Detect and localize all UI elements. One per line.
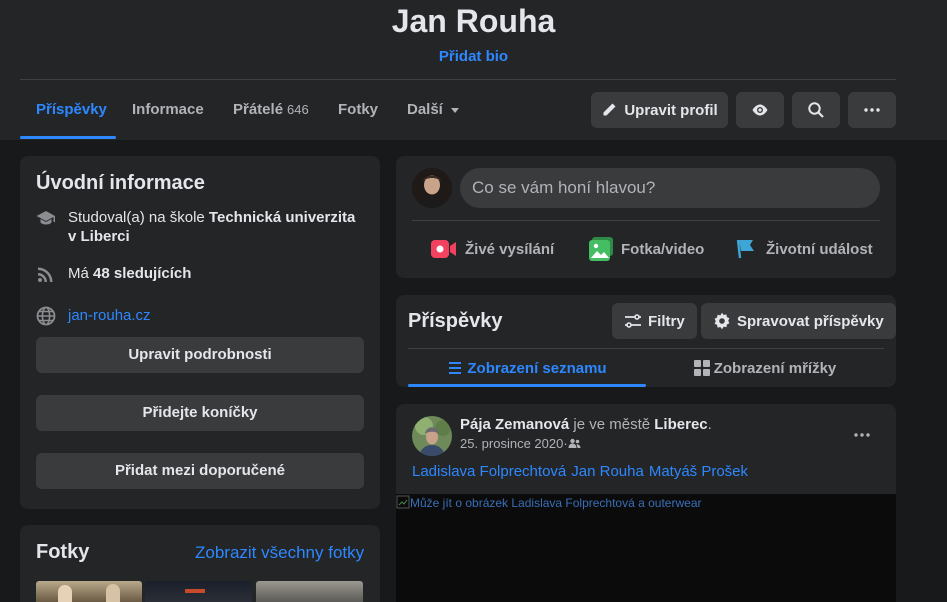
post-avatar-image [412,416,452,456]
life-event-button[interactable]: Životní událost [736,232,873,266]
active-tab-underline [20,136,116,139]
tab-friends-label: Přátelé [233,101,284,118]
posts-title: Příspěvky [408,310,503,332]
manage-posts-label: Spravovat příspěvky [737,312,884,330]
feed-icon [36,264,56,284]
header-divider [20,79,896,80]
post-author-name[interactable]: Pája Zemanová [460,416,569,433]
tab-about[interactable]: Informace [132,90,204,130]
active-view-underline [408,384,646,387]
more-icon [854,433,870,437]
caret-down-icon [450,107,459,113]
education-row: Studoval(a) na škole Technická univerzit… [36,208,366,246]
pencil-icon [603,103,616,116]
tab-photos[interactable]: Fotky [338,90,378,130]
tab-grid-view[interactable]: Zobrazení mřížky [646,350,884,386]
grid-icon [693,360,710,376]
edit-profile-button[interactable]: Upravit profil [591,92,728,128]
more-icon [864,108,880,112]
composer-divider [412,220,880,221]
avatar[interactable] [412,168,452,208]
search-icon [808,102,824,118]
photo-person-shape [58,585,72,602]
photo-thumbnail[interactable] [36,581,142,602]
composer-input[interactable]: Co se vám honí hlavou? [460,168,880,208]
post-author-avatar[interactable] [412,416,452,456]
photo-thumbnail[interactable] [256,581,363,602]
photo-person-shape [106,584,120,602]
photo-light-shape [185,589,205,593]
post-tags: Ladislava Folprechtová Jan Rouha Matyáš Pr… [412,463,753,480]
avatar-image [412,168,452,208]
broken-image-icon [396,495,410,509]
posts-header-divider [408,348,884,349]
tab-posts[interactable]: Příspěvky [36,90,107,130]
more-options-button[interactable] [848,92,896,128]
live-video-label: Živé vysílání [465,240,555,258]
add-hobbies-button[interactable]: Přidejte koníčky [36,395,364,431]
manage-posts-button[interactable]: Spravovat příspěvky [701,303,896,339]
education-prefix: Studoval(a) na škole [68,209,209,226]
list-icon [449,362,462,374]
grid-view-label: Zobrazení mřížky [713,359,837,377]
search-profile-button[interactable] [792,92,840,128]
tab-more[interactable]: Další [407,90,459,130]
post-verb: je ve městě [569,416,655,433]
post-options-button[interactable] [848,421,876,449]
tab-friends[interactable]: Přátelé 646 [233,90,309,130]
eye-icon [752,104,768,116]
tagged-person-link[interactable]: Jan Rouha [571,463,644,480]
followers-row: Má 48 sledujících [36,264,191,284]
tab-list-view[interactable]: Zobrazení seznamu [408,350,646,386]
add-bio-link[interactable]: Přidat bio [0,48,947,65]
filters-button[interactable]: Filtry [612,303,697,339]
filter-icon [625,314,641,328]
see-all-photos-link[interactable]: Zobrazit všechny fotky [195,543,364,563]
globe-icon [36,306,56,326]
post-place-suffix: . [707,416,712,433]
tagged-person-link[interactable]: Ladislava Folprechtová [412,463,566,480]
graduation-cap-icon [36,208,56,228]
flag-icon [736,239,754,259]
website-link[interactable]: jan-rouha.cz [68,306,151,325]
live-video-button[interactable]: Živé vysílání [431,232,554,266]
live-video-icon [431,240,456,258]
profile-name: Jan Rouha [391,3,556,39]
life-event-label: Životní událost [766,240,873,258]
list-view-label: Zobrazení seznamu [467,359,607,377]
photo-video-label: Fotka/video [621,240,705,258]
photo-icon [589,237,613,261]
post-meta: 25. prosince 2020 · [460,436,581,451]
view-as-button[interactable] [736,92,784,128]
photo-video-button[interactable]: Fotka/video [589,232,704,266]
tab-more-label: Další [407,101,443,118]
friends-icon [568,438,581,448]
post-place-link[interactable]: Liberec [654,416,707,433]
photo-thumbnail[interactable] [145,581,252,602]
intro-title: Úvodní informace [36,172,205,194]
post-header-text: Pája Zemanová je ve městě Liberec. [460,416,712,433]
add-featured-button[interactable]: Přidat mezi doporučené [36,453,364,489]
photos-title: Fotky [36,541,90,563]
gear-icon [714,312,730,330]
followers-count[interactable]: 48 sledujících [93,265,191,282]
post-date[interactable]: 25. prosince 2020 [460,436,563,451]
website-row: jan-rouha.cz [36,306,151,326]
edit-profile-label: Upravit profil [624,101,718,119]
post-image-alt-text: Může jít o obrázek Ladislava Folprechtov… [396,495,702,510]
friends-count: 646 [287,102,309,117]
post-image-alt-label: Může jít o obrázek Ladislava Folprechtov… [410,496,702,510]
followers-text: Má 48 sledujících [68,264,191,283]
filters-label: Filtry [648,312,685,330]
followers-prefix: Má [68,265,94,282]
edit-details-button[interactable]: Upravit podrobnosti [36,337,364,373]
post-image[interactable]: Může jít o obrázek Ladislava Folprechtov… [396,494,896,602]
tagged-person-link[interactable]: Matyáš Prošek [649,463,748,480]
education-text: Studoval(a) na škole Technická univerzit… [68,208,366,246]
